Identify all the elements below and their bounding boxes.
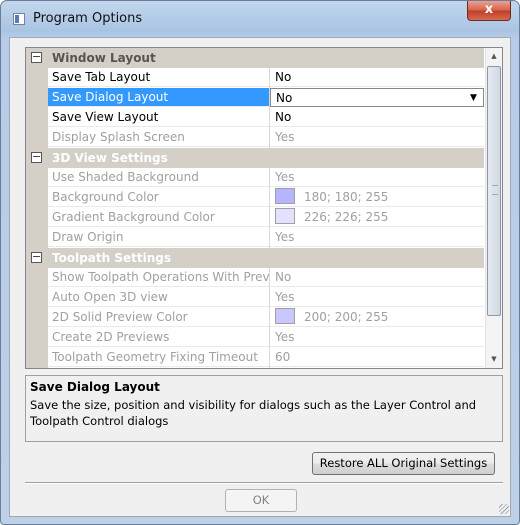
restore-settings-button[interactable]: Restore ALL Original Settings <box>312 452 495 475</box>
property-value[interactable]: Yes <box>270 168 484 187</box>
scroll-up-icon[interactable]: ▲ <box>486 48 502 65</box>
property-value[interactable]: 60 <box>270 348 484 367</box>
scroll-down-icon[interactable]: ▼ <box>486 351 502 368</box>
property-row[interactable]: Save View Layout No <box>26 108 484 128</box>
property-row[interactable]: Background Color 180; 180; 255 <box>26 188 484 208</box>
property-value[interactable]: No <box>270 268 484 287</box>
category-window-layout[interactable]: − Window Layout <box>26 48 484 68</box>
row-gutter <box>26 348 48 368</box>
description-title: Save Dialog Layout <box>30 380 160 394</box>
property-row[interactable]: Show Toolpath Operations With Previ No <box>26 268 484 288</box>
property-row[interactable]: Save Tab Layout No <box>26 68 484 88</box>
collapse-icon[interactable]: − <box>31 151 42 163</box>
color-value: 226; 226; 255 <box>304 210 389 224</box>
property-row[interactable]: Use Shaded Background Yes <box>26 168 484 188</box>
property-value[interactable]: No <box>270 108 484 127</box>
property-value[interactable]: Yes <box>270 228 484 247</box>
color-swatch <box>275 188 295 204</box>
vertical-scrollbar[interactable]: ▲ ▼ <box>485 48 502 368</box>
category-label: Toolpath Settings <box>52 251 171 265</box>
collapse-icon[interactable]: − <box>31 51 42 63</box>
property-name[interactable]: Draw Origin <box>48 228 269 247</box>
row-gutter <box>26 288 48 308</box>
property-value-color[interactable]: 200; 200; 255 <box>270 308 484 327</box>
property-value-dropdown[interactable]: No ▼ <box>270 88 484 107</box>
color-value: 200; 200; 255 <box>304 310 389 324</box>
row-gutter <box>26 208 48 228</box>
property-row-selected[interactable]: Save Dialog Layout No ▼ <box>26 88 484 108</box>
category-3d-view-settings[interactable]: − 3D View Settings <box>26 148 484 168</box>
property-row[interactable]: Auto Open 3D view Yes <box>26 288 484 308</box>
property-row[interactable]: 2D Solid Preview Color 200; 200; 255 <box>26 308 484 328</box>
category-label: 3D View Settings <box>52 151 168 165</box>
collapse-icon[interactable]: − <box>31 251 42 263</box>
color-swatch <box>275 308 295 324</box>
property-value-color[interactable]: 180; 180; 255 <box>270 188 484 207</box>
category-label: Window Layout <box>52 51 156 65</box>
property-name[interactable]: Auto Open 3D view <box>48 288 269 307</box>
property-name[interactable]: Save Tab Layout <box>48 68 269 87</box>
category-toolpath-settings[interactable]: − Toolpath Settings <box>26 248 484 268</box>
property-name[interactable]: Save Dialog Layout <box>48 88 269 107</box>
row-gutter <box>26 328 48 348</box>
row-gutter <box>26 188 48 208</box>
property-value[interactable]: Yes <box>270 288 484 307</box>
property-row[interactable]: Gradient Background Color 226; 226; 255 <box>26 208 484 228</box>
row-gutter <box>26 308 48 328</box>
property-name[interactable]: Toolpath Geometry Fixing Timeout <box>48 348 269 367</box>
property-value[interactable]: Yes <box>270 128 484 147</box>
row-gutter <box>26 268 48 288</box>
property-row[interactable]: Display Splash Screen Yes <box>26 128 484 148</box>
property-grid[interactable]: − Window Layout Save Tab Layout No Save … <box>25 47 503 369</box>
row-gutter <box>26 128 48 148</box>
program-options-window: Program Options x − Window Layout Save T… <box>0 0 520 525</box>
window-icon <box>13 13 25 25</box>
row-gutter <box>26 168 48 188</box>
property-row[interactable]: Create 2D Previews Yes <box>26 328 484 348</box>
row-gutter <box>26 88 48 108</box>
title-bar[interactable]: Program Options x <box>1 1 519 37</box>
property-name[interactable]: Gradient Background Color <box>48 208 269 227</box>
property-name[interactable]: Display Splash Screen <box>48 128 269 147</box>
row-gutter <box>26 108 48 128</box>
row-gutter <box>26 228 48 248</box>
color-swatch <box>275 208 295 224</box>
property-name[interactable]: Show Toolpath Operations With Previ <box>48 268 269 287</box>
property-value[interactable]: Yes <box>270 328 484 347</box>
divider <box>25 482 503 484</box>
property-name[interactable]: Save View Layout <box>48 108 269 127</box>
property-value-color[interactable]: 226; 226; 255 <box>270 208 484 227</box>
dropdown-value: No <box>276 91 293 105</box>
property-name[interactable]: 2D Solid Preview Color <box>48 308 269 327</box>
scroll-thumb[interactable] <box>487 66 501 316</box>
grip-icon <box>492 185 498 195</box>
resize-grip-icon[interactable] <box>499 504 509 514</box>
property-name[interactable]: Use Shaded Background <box>48 168 269 187</box>
property-name[interactable]: Create 2D Previews <box>48 328 269 347</box>
property-row[interactable]: Toolpath Geometry Fixing Timeout 60 <box>26 348 484 368</box>
description-panel: Save Dialog Layout Save the size, positi… <box>25 375 503 442</box>
dropdown-arrow-icon[interactable]: ▼ <box>466 91 481 106</box>
property-value[interactable]: No <box>270 68 484 87</box>
color-value: 180; 180; 255 <box>304 190 389 204</box>
row-gutter <box>26 68 48 88</box>
description-text: Save the size, position and visibility f… <box>30 398 477 428</box>
window-title: Program Options <box>33 11 143 26</box>
property-name[interactable]: Background Color <box>48 188 269 207</box>
ok-button[interactable]: OK <box>225 489 297 512</box>
property-row[interactable]: Draw Origin Yes <box>26 228 484 248</box>
close-button[interactable]: x <box>467 1 511 21</box>
